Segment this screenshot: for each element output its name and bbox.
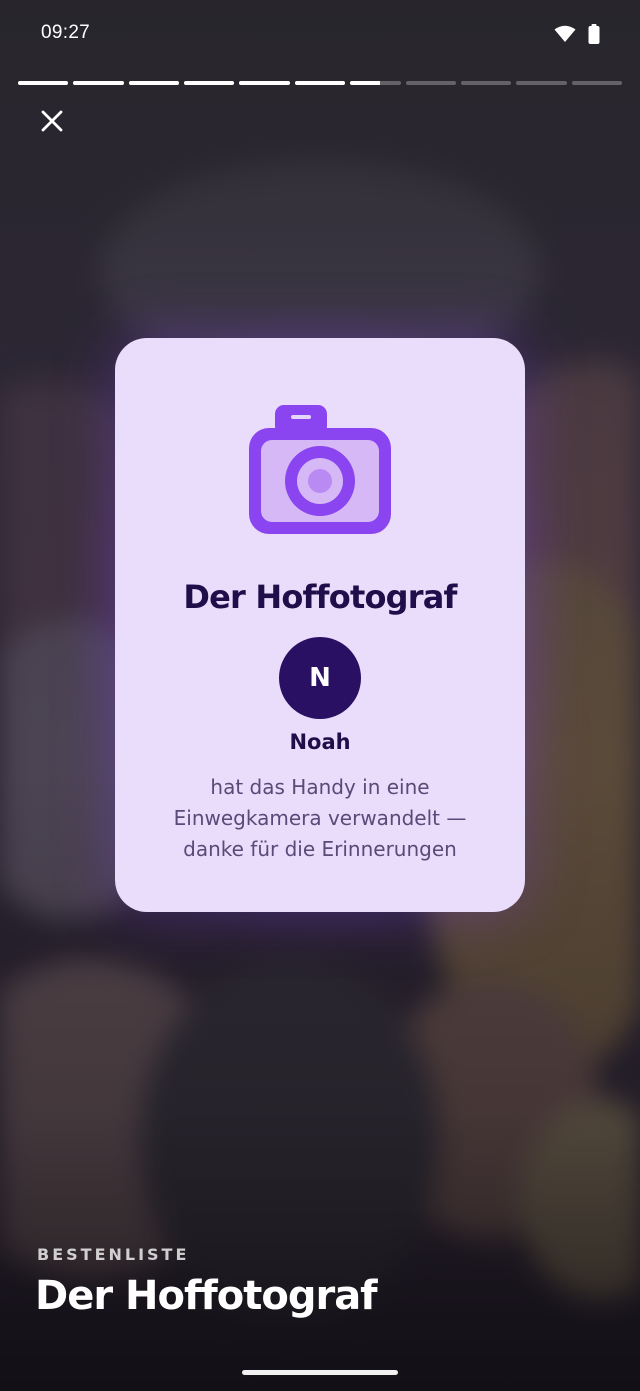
award-card: Der Hoffotograf N Noah hat das Handy in … — [115, 338, 525, 912]
story-screen: 09:27 Der Hoffotograf N Noah hat das Han… — [0, 0, 640, 1391]
avatar: N — [279, 637, 361, 719]
progress-segment — [516, 81, 567, 85]
progress-segment — [73, 81, 124, 85]
award-description: hat das Handy in eine Einwegkamera verwa… — [135, 772, 505, 865]
description-line: hat das Handy in eine — [210, 775, 430, 799]
progress-segment — [239, 81, 290, 85]
progress-segment-fill — [294, 81, 346, 85]
status-bar: 09:27 — [0, 0, 640, 70]
story-progress-bar — [18, 81, 622, 85]
close-button[interactable] — [32, 101, 72, 141]
award-title: Der Hoffotograf — [183, 578, 457, 616]
wifi-icon — [554, 25, 576, 42]
description-line: Einwegkamera verwandelt — — [173, 806, 467, 830]
description-line: danke für die Erinnerungen — [183, 837, 457, 861]
section-label: BESTENLISTE — [37, 1245, 190, 1264]
progress-segment — [184, 81, 235, 85]
winner-name: Noah — [289, 730, 351, 754]
progress-segment-fill — [184, 81, 235, 85]
progress-segment — [294, 81, 346, 85]
progress-segment-fill — [18, 81, 69, 85]
progress-segment — [460, 81, 512, 85]
progress-segment-fill — [239, 81, 290, 85]
close-icon — [41, 110, 63, 132]
progress-segment — [571, 81, 622, 85]
battery-icon — [588, 24, 600, 44]
progress-segment-fill — [350, 81, 381, 85]
progress-segment — [350, 81, 401, 85]
status-icons — [554, 24, 600, 44]
progress-segment — [128, 81, 180, 85]
progress-segment-fill — [73, 81, 124, 85]
progress-segment-fill — [128, 81, 180, 85]
progress-segment — [405, 81, 456, 85]
home-indicator[interactable] — [242, 1370, 398, 1375]
section-title: Der Hoffotograf — [35, 1273, 378, 1319]
progress-segment — [18, 81, 69, 85]
status-time: 09:27 — [41, 22, 91, 43]
camera-icon — [249, 405, 391, 534]
